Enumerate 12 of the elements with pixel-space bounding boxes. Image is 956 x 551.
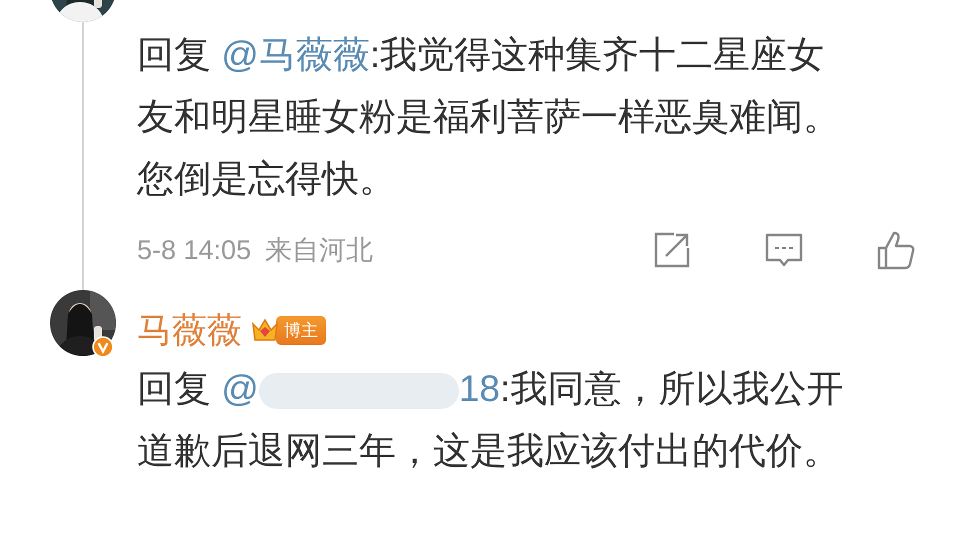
share-icon[interactable]: [652, 230, 692, 270]
mention-link[interactable]: @马薇薇: [221, 34, 370, 75]
timestamp: 5-8 14:05: [137, 234, 252, 266]
like-icon[interactable]: [876, 230, 916, 270]
comment-text: 回复 @ 18:我同意，所以我公开道歉后退网三年，这是我应该付出的代价。: [137, 367, 844, 473]
location-text: 来自河北: [265, 234, 374, 267]
comment-text: 回复 @马薇薇:我觉得这种集齐十二星座女友和明星睡女粉是福利菩萨一样恶臭难闻。您倒是忘得快。: [137, 33, 841, 201]
mention-link[interactable]: @: [221, 368, 259, 409]
crown-icon: [250, 316, 280, 344]
blogger-badge: 博主: [276, 316, 326, 344]
author-name[interactable]: 马薇薇: [137, 306, 242, 354]
mention-link[interactable]: 18: [458, 368, 500, 409]
